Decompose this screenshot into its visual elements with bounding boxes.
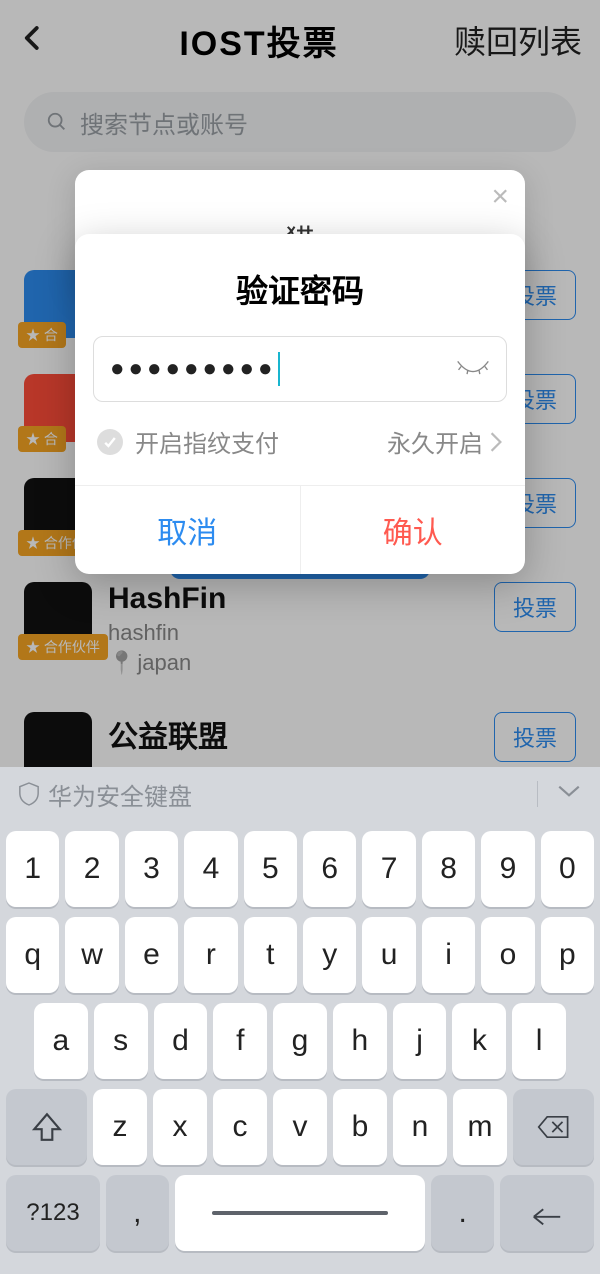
chevron-right-icon	[489, 431, 503, 453]
key-i[interactable]: i	[422, 917, 475, 993]
key-e[interactable]: e	[125, 917, 178, 993]
key-4[interactable]: 4	[184, 831, 237, 907]
key-g[interactable]: g	[273, 1003, 327, 1079]
key-8[interactable]: 8	[422, 831, 475, 907]
fingerprint-label: 开启指纹支付	[135, 424, 279, 459]
comma-key[interactable]: ,	[106, 1175, 169, 1251]
key-9[interactable]: 9	[481, 831, 534, 907]
toggle-visibility-icon[interactable]	[456, 357, 490, 382]
password-input[interactable]: ●●●●●●●●●	[93, 336, 507, 402]
key-2[interactable]: 2	[65, 831, 118, 907]
fingerprint-checkbox[interactable]	[97, 429, 123, 455]
cancel-button[interactable]: 取消	[75, 486, 301, 574]
dialog-title: 验证密码	[75, 234, 525, 336]
key-c[interactable]: c	[213, 1089, 267, 1165]
text-caret	[278, 352, 280, 386]
key-n[interactable]: n	[393, 1089, 447, 1165]
key-q[interactable]: q	[6, 917, 59, 993]
key-r[interactable]: r	[184, 917, 237, 993]
key-m[interactable]: m	[453, 1089, 507, 1165]
key-7[interactable]: 7	[362, 831, 415, 907]
key-z[interactable]: z	[93, 1089, 147, 1165]
key-v[interactable]: v	[273, 1089, 327, 1165]
secure-keyboard: 华为安全键盘 1234567890 qwertyuiop asdfghjkl z…	[0, 767, 600, 1274]
key-y[interactable]: y	[303, 917, 356, 993]
password-dialog: 验证密码 ●●●●●●●●● 开启指纹支付 永久开启 取消 确认	[75, 234, 525, 574]
key-b[interactable]: b	[333, 1089, 387, 1165]
shift-key[interactable]	[6, 1089, 87, 1165]
key-x[interactable]: x	[153, 1089, 207, 1165]
key-5[interactable]: 5	[244, 831, 297, 907]
confirm-button[interactable]: 确认	[301, 486, 526, 574]
backspace-key[interactable]	[513, 1089, 594, 1165]
key-t[interactable]: t	[244, 917, 297, 993]
key-s[interactable]: s	[94, 1003, 148, 1079]
key-u[interactable]: u	[362, 917, 415, 993]
key-f[interactable]: f	[213, 1003, 267, 1079]
keyboard-label: 华为安全键盘	[48, 777, 192, 812]
key-3[interactable]: 3	[125, 831, 178, 907]
enter-key[interactable]	[500, 1175, 594, 1251]
password-mask: ●●●●●●●●●	[110, 355, 276, 383]
key-6[interactable]: 6	[303, 831, 356, 907]
key-0[interactable]: 0	[541, 831, 594, 907]
close-icon[interactable]: ×	[491, 180, 509, 214]
key-w[interactable]: w	[65, 917, 118, 993]
period-key[interactable]: .	[431, 1175, 494, 1251]
key-1[interactable]: 1	[6, 831, 59, 907]
key-p[interactable]: p	[541, 917, 594, 993]
key-a[interactable]: a	[34, 1003, 88, 1079]
shield-icon	[18, 781, 40, 807]
key-k[interactable]: k	[452, 1003, 506, 1079]
space-key[interactable]	[175, 1175, 426, 1251]
key-o[interactable]: o	[481, 917, 534, 993]
key-l[interactable]: l	[512, 1003, 566, 1079]
key-j[interactable]: j	[393, 1003, 447, 1079]
dismiss-keyboard-button[interactable]	[556, 780, 582, 808]
fingerprint-setting-link[interactable]: 永久开启	[387, 424, 503, 459]
symbols-key[interactable]: ?123	[6, 1175, 100, 1251]
key-d[interactable]: d	[154, 1003, 208, 1079]
key-h[interactable]: h	[333, 1003, 387, 1079]
